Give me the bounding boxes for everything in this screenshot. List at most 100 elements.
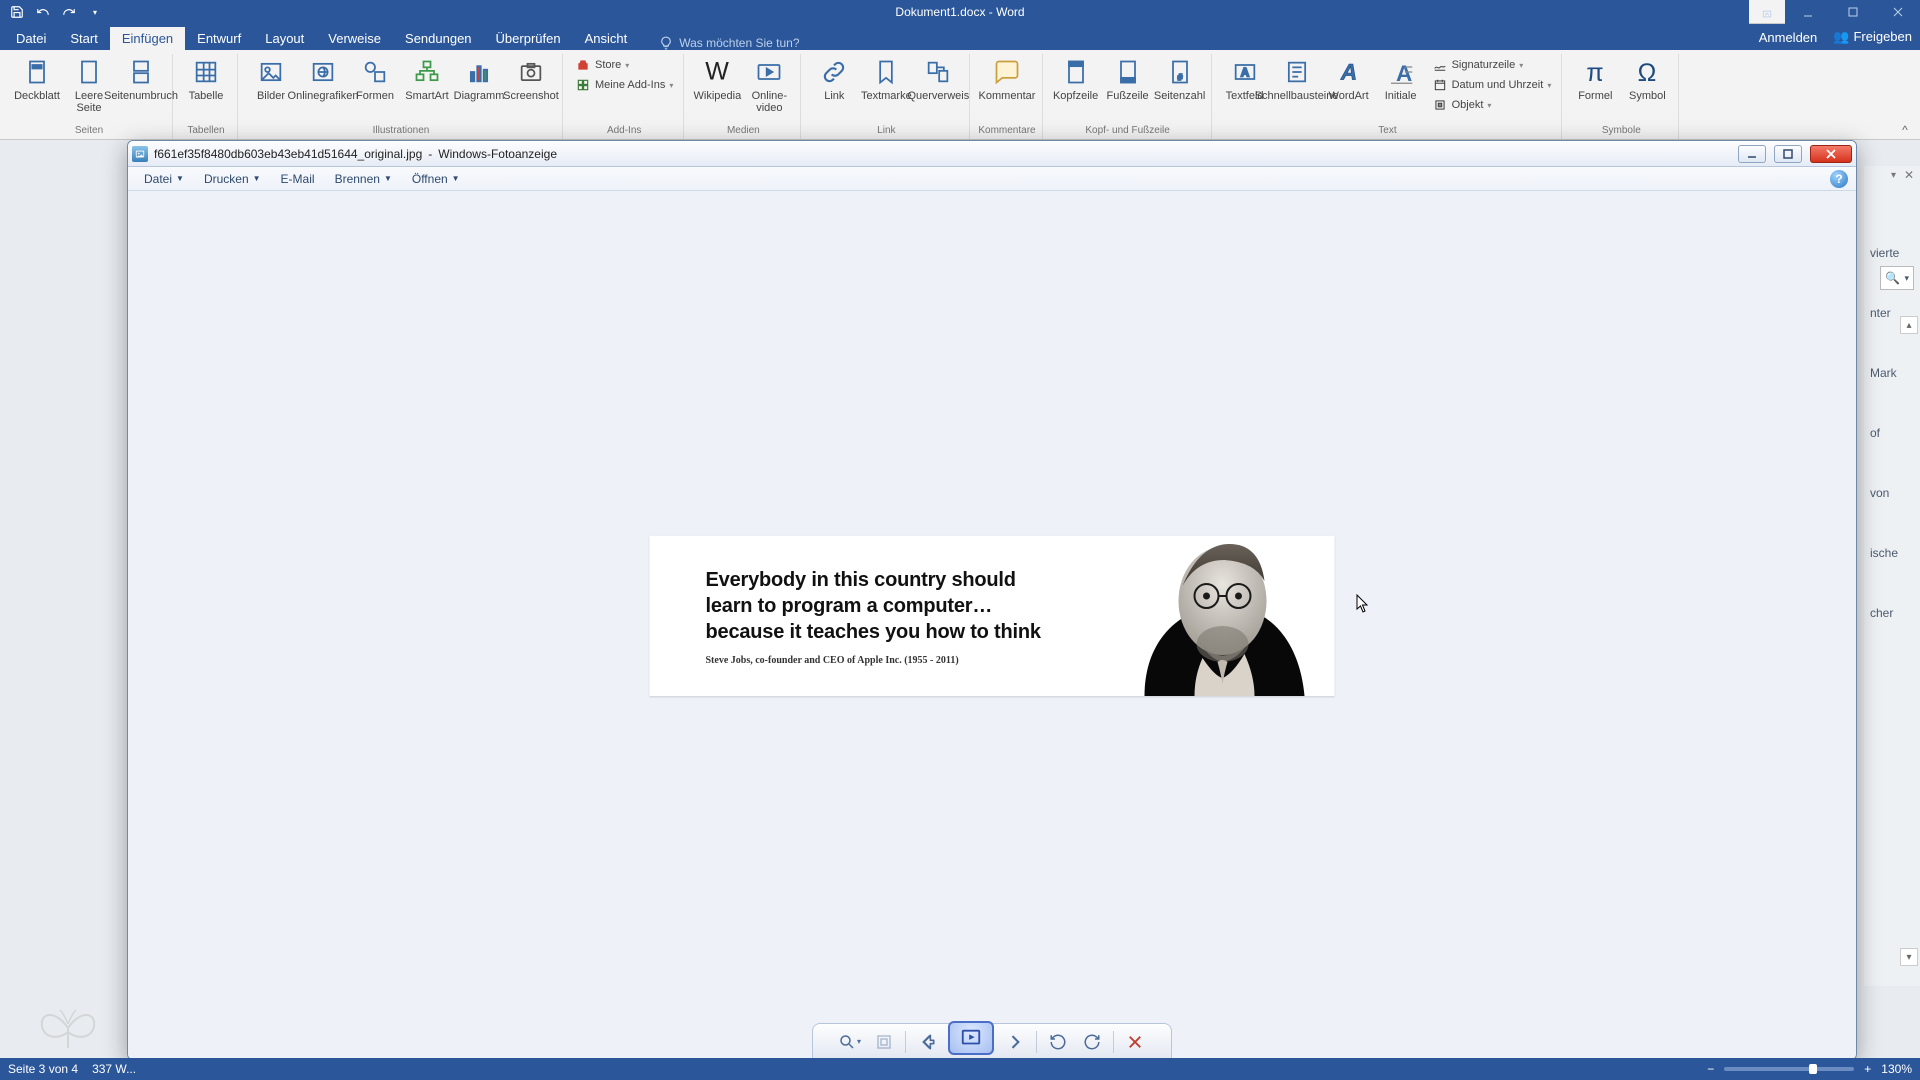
oeffnen-menu[interactable]: Öffnen▼ xyxy=(404,170,468,188)
next-image-icon[interactable] xyxy=(1002,1029,1028,1055)
tab-einfuegen[interactable]: Einfügen xyxy=(110,27,185,50)
zoom-icon[interactable]: ▾ xyxy=(837,1029,863,1055)
svg-text:π: π xyxy=(1587,59,1604,87)
onlinevideo-button[interactable]: Online- video xyxy=(744,54,794,125)
portrait-image xyxy=(1105,536,1335,696)
screenshot-button[interactable]: Screenshot xyxy=(506,54,556,125)
help-icon[interactable]: ? xyxy=(1830,170,1848,188)
link-button[interactable]: Link xyxy=(809,54,859,125)
ribbon-display-options-icon[interactable] xyxy=(1749,0,1785,24)
tab-datei[interactable]: Datei xyxy=(4,27,58,50)
tab-entwurf[interactable]: Entwurf xyxy=(185,27,253,50)
panel-dropdown-icon[interactable]: ▾ xyxy=(1891,170,1896,181)
textmarke-button[interactable]: Textmarke xyxy=(861,54,911,125)
drucken-menu[interactable]: Drucken▼ xyxy=(196,170,269,188)
kopfzeile-button[interactable]: Kopfzeile xyxy=(1051,54,1101,125)
pv-close-icon[interactable] xyxy=(1810,145,1852,163)
initiale-button[interactable]: AInitiale xyxy=(1376,54,1426,125)
tab-verweise[interactable]: Verweise xyxy=(316,27,393,50)
tab-sendungen[interactable]: Sendungen xyxy=(393,27,484,50)
objekt-button[interactable]: Objekt ▾ xyxy=(1428,96,1556,114)
maximize-icon[interactable] xyxy=(1830,0,1875,24)
share-icon: 👥 xyxy=(1833,29,1849,44)
pv-minimize-icon[interactable] xyxy=(1738,145,1766,163)
querverweis-button[interactable]: Querverweis xyxy=(913,54,963,125)
butterfly-watermark-icon xyxy=(36,994,100,1058)
scroll-down-icon[interactable]: ▾ xyxy=(1900,948,1918,966)
zoom-out-icon[interactable]: − xyxy=(1707,1062,1714,1076)
diagramm-button[interactable]: Diagramm xyxy=(454,54,504,125)
fusszeile-button[interactable]: Fußzeile xyxy=(1103,54,1153,125)
photo-viewer-app-icon xyxy=(132,146,148,162)
onlinegrafiken-icon xyxy=(307,56,339,88)
tabelle-button[interactable]: Tabelle xyxy=(181,54,231,125)
onlinegrafiken-button[interactable]: Onlinegrafiken xyxy=(298,54,348,125)
close-icon[interactable] xyxy=(1875,0,1920,24)
kommentar-button[interactable]: Kommentar xyxy=(982,54,1032,125)
word-status-bar: Seite 3 von 4 337 W... − + 130% xyxy=(0,1058,1920,1080)
tell-me-placeholder: Was möchten Sie tun? xyxy=(679,36,799,50)
zoom-slider[interactable] xyxy=(1724,1067,1854,1071)
schnellbausteine-button[interactable]: Schnellbausteine xyxy=(1272,54,1322,125)
zoom-level[interactable]: 130% xyxy=(1881,1062,1912,1076)
prev-image-icon[interactable] xyxy=(914,1029,940,1055)
datei-menu[interactable]: Datei▼ xyxy=(136,170,192,188)
tab-ansicht[interactable]: Ansicht xyxy=(573,27,640,50)
tell-me-search[interactable]: Was möchten Sie tun? xyxy=(659,36,799,50)
pv-maximize-icon[interactable] xyxy=(1774,145,1802,163)
fit-window-icon[interactable] xyxy=(871,1029,897,1055)
symbol-button[interactable]: ΩSymbol xyxy=(1622,54,1672,125)
deckblatt-button[interactable]: Deckblatt xyxy=(12,54,62,125)
kopfzeile-icon xyxy=(1060,56,1092,88)
collapse-ribbon-icon[interactable]: ^ xyxy=(1896,123,1914,137)
wordart-button[interactable]: AWordArt xyxy=(1324,54,1374,125)
status-page[interactable]: Seite 3 von 4 xyxy=(8,1062,78,1076)
symbol-icon: Ω xyxy=(1631,56,1663,88)
rotate-right-icon[interactable] xyxy=(1079,1029,1105,1055)
meine-addins-button[interactable]: Meine Add-Ins ▾ xyxy=(571,76,677,94)
rotate-left-icon[interactable] xyxy=(1045,1029,1071,1055)
tab-layout[interactable]: Layout xyxy=(253,27,316,50)
panel-text-fragment: of xyxy=(1870,426,1899,440)
seitenumbruch-button[interactable]: Seitenumbruch xyxy=(116,54,166,125)
qa-dropdown-icon[interactable]: ▾ xyxy=(84,3,106,21)
bilder-icon xyxy=(255,56,287,88)
minimize-icon[interactable] xyxy=(1785,0,1830,24)
formel-button[interactable]: πFormel xyxy=(1570,54,1620,125)
signin-link[interactable]: Anmelden xyxy=(1759,30,1818,45)
seitenumbruch-icon xyxy=(125,56,157,88)
signaturzeile-icon xyxy=(1432,57,1448,73)
tabelle-icon xyxy=(190,56,222,88)
smartart-button[interactable]: SmartArt xyxy=(402,54,452,125)
redo-icon[interactable] xyxy=(58,3,80,21)
photo-viewer-titlebar[interactable]: f661ef35f8480db603eb43eb41d51644_origina… xyxy=(128,141,1856,167)
tab-ueberpruefen[interactable]: Überprüfen xyxy=(484,27,573,50)
zoom-in-icon[interactable]: + xyxy=(1864,1062,1871,1076)
store-button[interactable]: Store ▾ xyxy=(571,56,677,74)
wikipedia-button[interactable]: WWikipedia xyxy=(692,54,742,125)
chevron-down-icon: ▼ xyxy=(253,174,261,183)
datum-uhrzeit-button[interactable]: Datum und Uhrzeit ▾ xyxy=(1428,76,1556,94)
signaturzeile-button[interactable]: Signaturzeile ▾ xyxy=(1428,56,1556,74)
wikipedia-icon: W xyxy=(701,56,733,88)
undo-icon[interactable] xyxy=(32,3,54,21)
status-words[interactable]: 337 W... xyxy=(92,1062,136,1076)
delete-icon[interactable] xyxy=(1122,1029,1148,1055)
wordart-icon: A xyxy=(1333,56,1365,88)
share-button[interactable]: 👥Freigeben xyxy=(1833,29,1912,45)
email-menu[interactable]: E-Mail xyxy=(273,170,323,188)
tab-start[interactable]: Start xyxy=(58,27,109,50)
save-icon[interactable] xyxy=(6,3,28,21)
link-icon xyxy=(818,56,850,88)
formen-button[interactable]: Formen xyxy=(350,54,400,125)
smartart-icon xyxy=(411,56,443,88)
kommentar-icon xyxy=(991,56,1023,88)
schnellbausteine-icon xyxy=(1281,56,1313,88)
slideshow-play-icon[interactable] xyxy=(948,1021,994,1055)
photo-viewer-appname: Windows-Fotoanzeige xyxy=(438,147,557,161)
brennen-menu[interactable]: Brennen▼ xyxy=(327,170,400,188)
fusszeile-icon xyxy=(1112,56,1144,88)
seitenzahl-button[interactable]: #Seitenzahl xyxy=(1155,54,1205,125)
panel-close-icon[interactable]: ✕ xyxy=(1904,168,1914,182)
scroll-up-icon[interactable]: ▴ xyxy=(1900,316,1918,334)
